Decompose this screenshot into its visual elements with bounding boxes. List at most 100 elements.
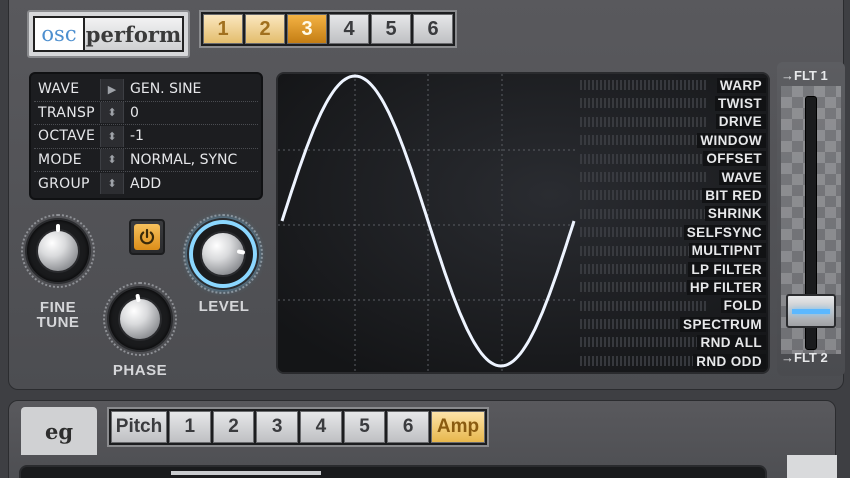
modifier-label: DRIVE: [715, 114, 766, 130]
eg-4-button[interactable]: 4: [300, 411, 342, 443]
modifier-label: MULTIPNT: [688, 243, 766, 259]
param-row-wave: WAVE ▶ GEN. SINE: [34, 78, 258, 102]
modifier-label: BIT RED: [702, 188, 766, 204]
osc-5-button[interactable]: 5: [371, 14, 411, 44]
wave-value[interactable]: GEN. SINE: [124, 81, 258, 97]
mode-tabs: osc perform: [27, 10, 190, 58]
modifier-label: WAVE: [718, 169, 766, 185]
modifier-amount-bar[interactable]: [580, 245, 706, 256]
eg-amp-button[interactable]: Amp: [431, 411, 486, 443]
param-row-group: GROUP ⬍ ADD: [34, 172, 258, 196]
power-icon: [134, 224, 160, 250]
modifier-label: WARP: [716, 77, 766, 93]
flt1-label: →FLT 1: [781, 68, 828, 83]
param-row-transp: TRANSP ⬍ 0: [34, 102, 258, 125]
transp-value[interactable]: 0: [124, 105, 258, 121]
modifier-row[interactable]: SELFSYNC: [576, 223, 766, 241]
modifier-row[interactable]: TWIST: [576, 94, 766, 112]
mode-value[interactable]: NORMAL, SYNC: [124, 152, 258, 168]
modifier-amount-bar[interactable]: [580, 355, 706, 366]
osc-3-button[interactable]: 3: [287, 14, 327, 44]
modifier-label: RND ALL: [697, 335, 766, 351]
eg-5-button[interactable]: 5: [343, 411, 386, 443]
eg-pitch-button[interactable]: Pitch: [111, 411, 167, 443]
modifier-row[interactable]: SHRINK: [576, 205, 766, 223]
stepper-icon[interactable]: ⬍: [100, 102, 124, 124]
modifier-row[interactable]: MULTIPNT: [576, 242, 766, 260]
tab-perform[interactable]: perform: [85, 18, 182, 50]
stepper-icon[interactable]: ⬍: [100, 125, 124, 147]
param-row-mode: MODE ⬍ NORMAL, SYNC: [34, 149, 258, 172]
modifier-label: OFFSET: [703, 151, 766, 167]
modifier-label: SELFSYNC: [683, 224, 766, 240]
modifier-row[interactable]: WAVE: [576, 168, 766, 186]
osc-selector: 1 2 3 4 5 6: [199, 10, 457, 48]
modifier-amount-bar[interactable]: [580, 98, 706, 109]
modifier-row[interactable]: WINDOW: [576, 131, 766, 149]
filter-routing-handle[interactable]: [786, 294, 836, 329]
osc-4-button[interactable]: 4: [329, 14, 369, 44]
modifier-label: RND ODD: [693, 353, 766, 369]
eg-2-button[interactable]: 2: [212, 411, 255, 443]
group-value[interactable]: ADD: [124, 176, 258, 192]
stepper-icon[interactable]: ⬍: [100, 149, 124, 171]
modifier-amount-bar[interactable]: [580, 300, 706, 311]
flt2-label: →FLT 2: [781, 350, 828, 365]
modifier-row[interactable]: FOLD: [576, 297, 766, 315]
param-label: TRANSP: [38, 104, 95, 121]
modifier-amount-bar[interactable]: [580, 190, 706, 201]
modifier-row[interactable]: DRIVE: [576, 113, 766, 131]
param-label: GROUP: [38, 175, 90, 192]
param-label: WAVE: [38, 81, 80, 98]
level-label: LEVEL: [198, 298, 250, 315]
fine-tune-label: FINE TUNE: [36, 299, 80, 331]
modifier-amount-bar[interactable]: [580, 208, 706, 219]
eg-selector: Pitch 1 2 3 4 5 6 Amp: [107, 407, 489, 447]
osc-1-button[interactable]: 1: [203, 14, 243, 44]
phase-knob[interactable]: [103, 282, 177, 356]
tab-osc[interactable]: osc: [35, 18, 85, 50]
octave-value[interactable]: -1: [124, 128, 258, 144]
modifier-row[interactable]: SPECTRUM: [576, 315, 766, 333]
modifier-amount-bar[interactable]: [580, 171, 706, 182]
osc-6-button[interactable]: 6: [413, 14, 453, 44]
param-row-octave: OCTAVE ⬍ -1: [34, 125, 258, 149]
modifier-amount-bar[interactable]: [580, 263, 706, 274]
level-knob[interactable]: [183, 214, 263, 294]
modifier-row[interactable]: RND ODD: [576, 352, 766, 370]
tab-eg[interactable]: eg: [21, 407, 97, 455]
modifier-label: HP FILTER: [686, 279, 766, 295]
modifier-row[interactable]: RND ALL: [576, 333, 766, 351]
modifier-amount-bar[interactable]: [580, 153, 706, 164]
modifier-label: TWIST: [715, 96, 766, 112]
modifier-label: SHRINK: [704, 206, 766, 222]
eg-panel: eg Pitch 1 2 3 4 5 6 Amp: [8, 400, 837, 478]
wave-modifier-list: WARP TWIST DRIVE WINDOW OFFSET WAVE BIT RED SHR…: [576, 76, 766, 370]
osc-power-button[interactable]: [129, 219, 165, 255]
osc-2-button[interactable]: 2: [245, 14, 285, 44]
modifier-label: SPECTRUM: [680, 316, 766, 332]
modifier-label: FOLD: [720, 298, 766, 314]
modifier-row[interactable]: HP FILTER: [576, 278, 766, 296]
modifier-amount-bar[interactable]: [580, 80, 706, 90]
eg-display: [19, 465, 767, 478]
modifier-row[interactable]: WARP: [576, 76, 766, 94]
eg-1-button[interactable]: 1: [169, 411, 211, 443]
osc-parameter-list: WAVE ▶ GEN. SINE TRANSP ⬍ 0 OCTAVE ⬍ -1 …: [29, 72, 263, 200]
modifier-amount-bar[interactable]: [580, 116, 706, 127]
modifier-amount-bar[interactable]: [580, 337, 706, 348]
filter-routing-slider: →FLT 1 →FLT 2: [777, 62, 845, 376]
modifier-amount-bar[interactable]: [580, 135, 706, 146]
modifier-row[interactable]: LP FILTER: [576, 260, 766, 278]
stepper-icon[interactable]: ⬍: [100, 173, 124, 195]
modifier-label: WINDOW: [697, 132, 766, 148]
eg-6-button[interactable]: 6: [387, 411, 430, 443]
play-arrow-icon[interactable]: ▶: [100, 78, 124, 100]
fine-tune-knob[interactable]: [21, 214, 95, 288]
modifier-row[interactable]: BIT RED: [576, 186, 766, 204]
osc-panel: osc perform 1 2 3 4 5 6 WAVE ▶ GEN. SINE…: [8, 0, 845, 390]
phase-label: PHASE: [112, 362, 168, 379]
modifier-row[interactable]: OFFSET: [576, 150, 766, 168]
param-label: MODE: [38, 151, 82, 168]
eg-3-button[interactable]: 3: [256, 411, 299, 443]
